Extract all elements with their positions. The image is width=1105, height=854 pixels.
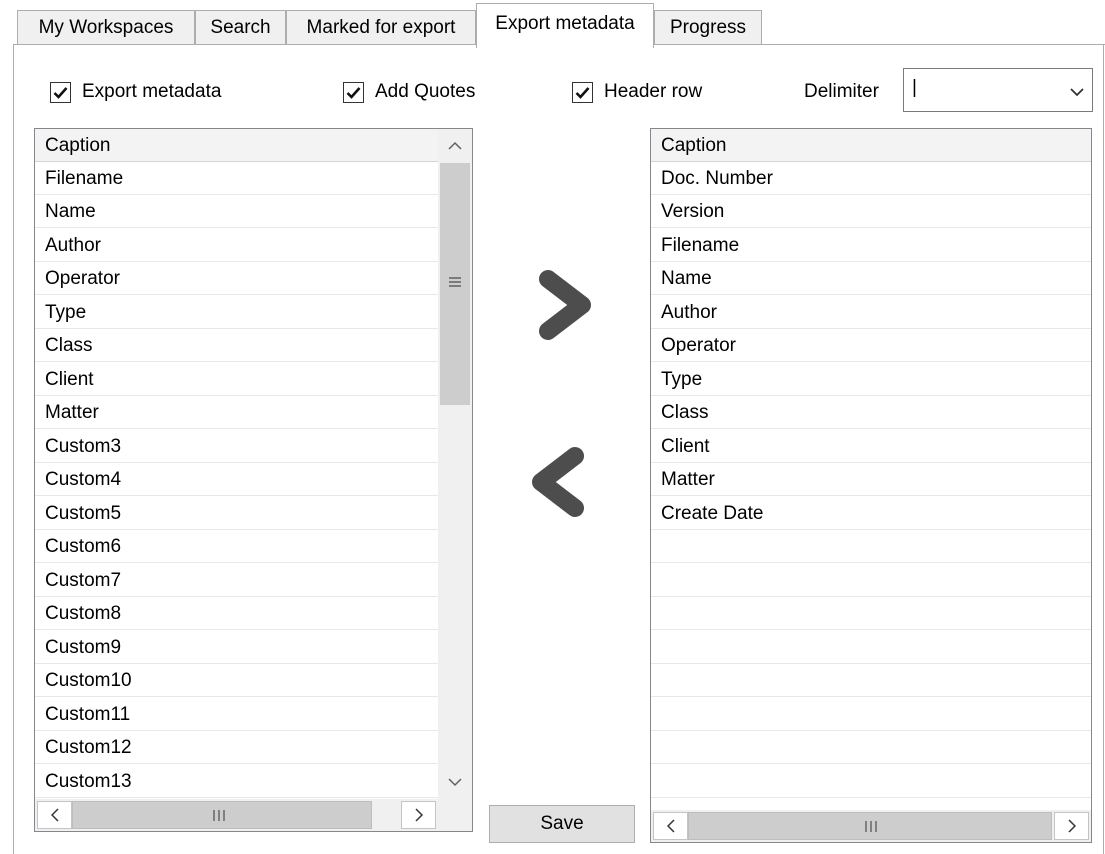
checkmark-icon [50, 81, 71, 103]
scroll-gripper-icon [213, 810, 225, 821]
add-field-button[interactable] [530, 265, 600, 345]
delimiter-value: | [912, 77, 917, 98]
list-item[interactable]: Custom6 [35, 530, 438, 563]
panel-border-right [1103, 44, 1104, 854]
add-quotes-checkbox[interactable]: Add Quotes [343, 78, 475, 106]
list-item[interactable]: Create Date [651, 497, 1091, 530]
scroll-gripper-icon [865, 821, 877, 832]
empty-row [651, 765, 1091, 798]
tab-export-metadata[interactable]: Export metadata [476, 3, 654, 48]
empty-row [651, 631, 1091, 664]
list-item[interactable]: Custom13 [35, 765, 438, 798]
list-item[interactable]: Operator [651, 329, 1091, 362]
scroll-corner [438, 799, 472, 831]
list-item[interactable]: Custom7 [35, 564, 438, 597]
scroll-left-icon[interactable] [653, 812, 688, 840]
export-metadata-label: Export metadata [82, 81, 222, 102]
list-item[interactable]: Custom12 [35, 731, 438, 764]
list-item[interactable]: Custom9 [35, 631, 438, 664]
chevron-down-icon [1070, 81, 1084, 103]
list-item[interactable]: Custom3 [35, 430, 438, 463]
tab-progress[interactable]: Progress [654, 10, 762, 44]
chevron-right-icon [539, 270, 591, 340]
available-header-caption[interactable]: Caption [35, 129, 438, 162]
selected-hscroll-thumb[interactable] [688, 812, 1052, 840]
empty-row [651, 664, 1091, 697]
available-hscroll-thumb[interactable] [72, 801, 372, 829]
list-item[interactable]: Type [651, 363, 1091, 396]
list-item[interactable]: Matter [651, 463, 1091, 496]
list-item[interactable]: Name [651, 262, 1091, 295]
scroll-right-icon[interactable] [401, 801, 436, 829]
list-item[interactable]: Custom11 [35, 698, 438, 731]
save-button[interactable]: Save [489, 805, 635, 843]
remove-field-button[interactable] [523, 442, 593, 522]
list-item[interactable]: Client [35, 363, 438, 396]
delimiter-select[interactable]: | [903, 68, 1093, 112]
tab-strip: My Workspaces Search Marked for export E… [0, 0, 1105, 48]
list-item[interactable]: Name [35, 195, 438, 228]
scroll-left-icon[interactable] [37, 801, 72, 829]
available-vscroll-thumb[interactable] [440, 163, 470, 405]
available-fields-list[interactable]: Caption Filename Name Author Operator Ty… [34, 128, 473, 832]
list-item[interactable]: Operator [35, 262, 438, 295]
scroll-gripper-icon [449, 277, 461, 287]
selected-header-caption[interactable]: Caption [651, 129, 1091, 162]
list-item[interactable]: Client [651, 430, 1091, 463]
delimiter-label: Delimiter [804, 81, 879, 102]
available-horizontal-scrollbar[interactable] [35, 799, 438, 831]
tab-search[interactable]: Search [195, 10, 286, 44]
list-item[interactable]: Matter [35, 396, 438, 429]
empty-row [651, 564, 1091, 597]
list-item[interactable]: Class [35, 329, 438, 362]
list-item[interactable]: Custom8 [35, 597, 438, 630]
list-item[interactable]: Author [35, 229, 438, 262]
scroll-up-icon[interactable] [438, 129, 472, 162]
empty-row [651, 530, 1091, 563]
list-item[interactable]: Author [651, 296, 1091, 329]
list-item[interactable]: Version [651, 195, 1091, 228]
checkmark-icon [343, 81, 364, 103]
empty-row [651, 597, 1091, 630]
list-item[interactable]: Custom10 [35, 664, 438, 697]
tab-my-workspaces[interactable]: My Workspaces [17, 10, 195, 44]
list-item[interactable]: Filename [651, 229, 1091, 262]
list-item[interactable]: Custom4 [35, 463, 438, 496]
export-metadata-checkbox[interactable]: Export metadata [50, 78, 221, 106]
header-row-label: Header row [604, 81, 703, 102]
panel-border-left [13, 44, 14, 854]
scroll-right-icon[interactable] [1054, 812, 1089, 840]
selected-horizontal-scrollbar[interactable] [651, 810, 1091, 842]
scroll-down-icon[interactable] [438, 766, 472, 799]
checkmark-icon [572, 81, 593, 103]
list-item[interactable]: Class [651, 396, 1091, 429]
empty-row [651, 731, 1091, 764]
chevron-left-icon [532, 447, 584, 517]
selected-fields-list[interactable]: Caption Doc. Number Version Filename Nam… [650, 128, 1092, 843]
list-item[interactable]: Filename [35, 162, 438, 195]
add-quotes-label: Add Quotes [375, 81, 476, 102]
list-item[interactable]: Custom5 [35, 497, 438, 530]
header-row-checkbox[interactable]: Header row [572, 78, 702, 106]
list-item[interactable]: Type [35, 296, 438, 329]
empty-row [651, 698, 1091, 731]
tab-marked-for-export[interactable]: Marked for export [286, 10, 476, 44]
available-vertical-scrollbar[interactable] [438, 129, 472, 799]
list-item[interactable]: Doc. Number [651, 162, 1091, 195]
